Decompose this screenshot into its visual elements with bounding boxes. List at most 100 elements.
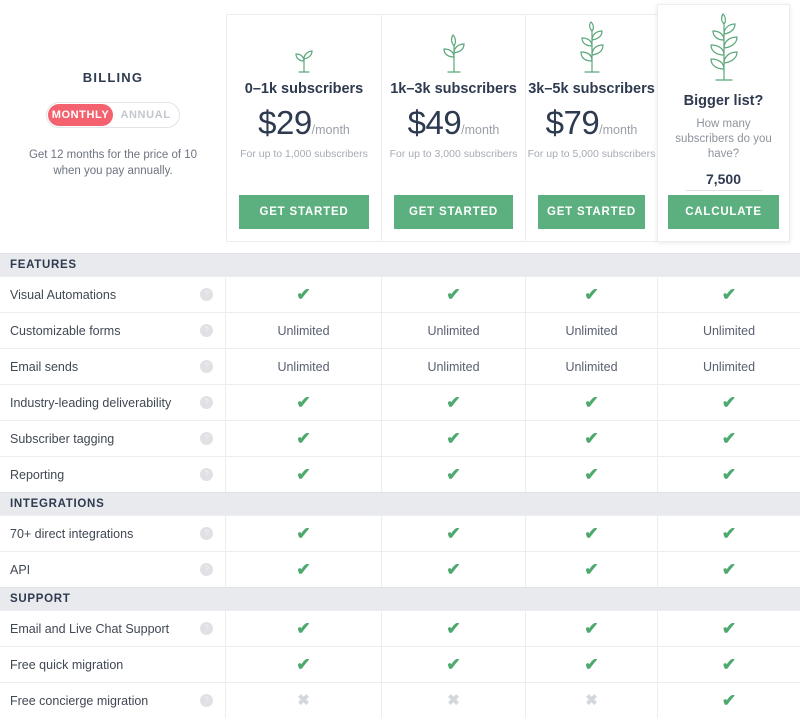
plan-name: 3k–5k subscribers [528, 81, 655, 97]
check-icon: ✔ [584, 655, 599, 674]
section-heading: SUPPORT [0, 587, 800, 610]
seedling-medium-icon [382, 15, 525, 73]
table-row: Industry-leading deliverability ✔ ✔ ✔ ✔ [0, 384, 800, 420]
cross-icon: ✖ [585, 692, 598, 709]
feature-label-cell: Email sends [0, 349, 225, 384]
feature-value-text: Unlimited [225, 313, 381, 348]
feature-value-cell: ✔ [525, 516, 657, 551]
calculator-card[interactable]: Bigger list? How many subscribers do you… [657, 4, 790, 242]
toggle-option-monthly[interactable]: MONTHLY [48, 104, 113, 126]
plan-subtext: For up to 3,000 subscribers [389, 148, 518, 160]
billing-note: Get 12 months for the price of 10 when y… [28, 149, 198, 177]
table-row: Reporting ✔ ✔ ✔ ✔ [0, 456, 800, 492]
plan-card-2[interactable]: 3k–5k subscribers $79/month For up to 5,… [526, 14, 658, 242]
feature-value-cell: ✔ [525, 277, 657, 312]
cross-icon: ✖ [297, 692, 310, 709]
feature-label: Email and Live Chat Support [10, 621, 170, 636]
check-icon: ✔ [446, 465, 461, 484]
plan-price: $29/month [227, 104, 381, 142]
feature-label-cell: Industry-leading deliverability [0, 385, 225, 420]
billing-title: BILLING [82, 70, 144, 85]
check-icon: ✔ [446, 393, 461, 412]
billing-panel: BILLING MONTHLY ANNUAL Get 12 months for… [0, 70, 226, 179]
info-icon[interactable] [200, 323, 213, 337]
feature-label-cell: 70+ direct integrations [0, 516, 225, 551]
check-icon: ✔ [721, 560, 737, 579]
plan-card-0[interactable]: 0–1k subscribers $29/month For up to 1,0… [226, 14, 382, 242]
plan-price-amount: $79 [545, 104, 600, 141]
plan-subtext: For up to 5,000 subscribers [527, 148, 656, 160]
billing-period-toggle[interactable]: MONTHLY ANNUAL [46, 102, 180, 128]
feature-value-cell: ✔ [525, 385, 657, 420]
feature-value-cell: ✔ [657, 683, 800, 718]
feature-label-cell: Customizable forms [0, 313, 225, 348]
feature-value-cell: ✔ [225, 457, 381, 492]
subscriber-count-input[interactable] [685, 171, 762, 191]
feature-value-cell: ✖ [381, 683, 525, 718]
check-icon: ✔ [296, 655, 311, 674]
check-icon: ✔ [721, 429, 737, 448]
get-started-button[interactable]: GET STARTED [394, 195, 513, 229]
feature-comparison-table: FEATURES Visual Automations ✔ ✔ ✔ ✔ Customizab… [0, 253, 800, 718]
info-icon[interactable] [200, 287, 213, 301]
info-icon[interactable] [200, 467, 213, 481]
check-icon: ✔ [721, 655, 737, 674]
feature-value-cell: ✔ [525, 647, 657, 682]
info-icon[interactable] [200, 562, 213, 576]
feature-label-cell: Visual Automations [0, 277, 225, 312]
check-icon: ✔ [296, 393, 311, 412]
check-icon: ✔ [296, 429, 311, 448]
feature-label-cell: Free quick migration [0, 647, 225, 682]
plan-price-period: /month [599, 123, 638, 137]
feature-label: 70+ direct integrations [10, 526, 134, 541]
feature-value-text: Unlimited [525, 349, 657, 384]
table-row: 70+ direct integrations ✔ ✔ ✔ ✔ [0, 515, 800, 551]
plan-price-amount: $29 [258, 104, 312, 141]
get-started-button[interactable]: GET STARTED [239, 195, 369, 229]
feature-value-cell: ✔ [381, 421, 525, 456]
check-icon: ✔ [296, 465, 311, 484]
check-icon: ✔ [721, 619, 737, 638]
table-row: Free quick migration ✔ ✔ ✔ ✔ [0, 646, 800, 682]
check-icon: ✔ [446, 429, 461, 448]
plant-large-icon [526, 15, 657, 73]
calculator-question: How many subscribers do you have? [675, 118, 772, 160]
info-icon[interactable] [200, 431, 213, 445]
info-icon[interactable] [200, 693, 213, 707]
feature-label: Industry-leading deliverability [10, 395, 172, 410]
feature-value-cell: ✔ [525, 457, 657, 492]
table-row: API ✔ ✔ ✔ ✔ [0, 551, 800, 587]
feature-value-cell: ✔ [525, 421, 657, 456]
feature-label: Subscriber tagging [10, 431, 115, 446]
table-row: Subscriber tagging ✔ ✔ ✔ ✔ [0, 420, 800, 456]
feature-value-text: Unlimited [657, 313, 800, 348]
feature-value-cell: ✔ [381, 552, 525, 587]
get-started-button[interactable]: GET STARTED [538, 195, 645, 229]
plan-price: $79/month [526, 104, 657, 142]
check-icon: ✔ [296, 619, 311, 638]
table-row: Email and Live Chat Support ✔ ✔ ✔ ✔ [0, 610, 800, 646]
plant-tall-icon [658, 5, 789, 81]
feature-value-cell: ✖ [225, 683, 381, 718]
plan-card-1[interactable]: 1k–3k subscribers $49/month For up to 3,… [382, 14, 526, 242]
check-icon: ✔ [446, 560, 461, 579]
feature-value-cell: ✔ [225, 385, 381, 420]
feature-value-cell: ✖ [525, 683, 657, 718]
plan-subtext: For up to 1,000 subscribers [240, 148, 368, 160]
info-icon[interactable] [200, 359, 213, 373]
info-icon[interactable] [200, 526, 213, 540]
feature-label-cell: API [0, 552, 225, 587]
plan-price: $49/month [382, 104, 525, 142]
feature-label: API [10, 562, 31, 577]
feature-value-text: Unlimited [381, 313, 525, 348]
section-heading: FEATURES [0, 253, 800, 276]
check-icon: ✔ [721, 285, 737, 304]
feature-value-cell: ✔ [225, 421, 381, 456]
info-icon[interactable] [200, 395, 213, 409]
feature-value-cell: ✔ [657, 611, 800, 646]
calculate-button[interactable]: CALCULATE [668, 195, 779, 229]
check-icon: ✔ [584, 285, 599, 304]
feature-label: Customizable forms [10, 323, 121, 338]
toggle-option-annual[interactable]: ANNUAL [113, 104, 178, 126]
info-icon[interactable] [200, 621, 213, 635]
